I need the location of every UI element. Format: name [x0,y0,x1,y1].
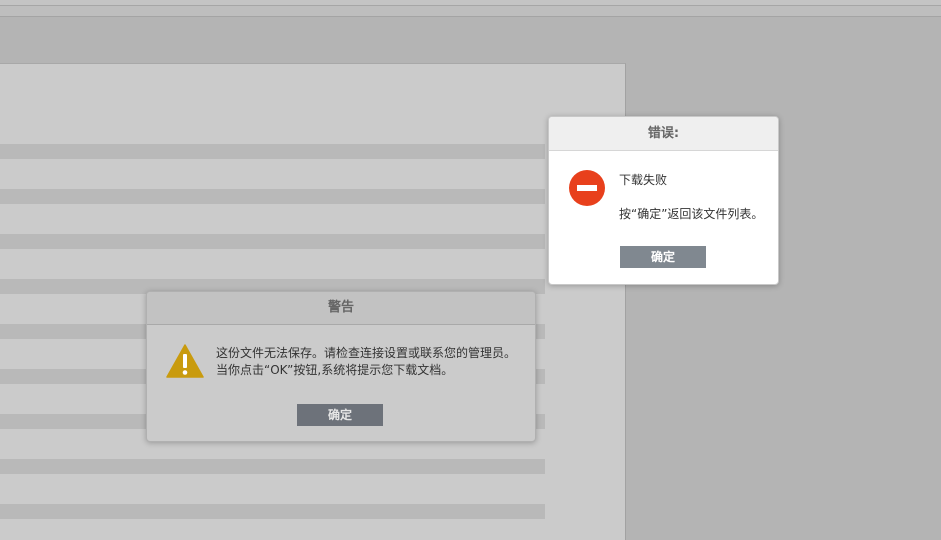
error-dialog-title: 错误: [549,117,778,151]
error-ok-button[interactable]: 确定 [620,246,706,268]
warning-dialog: 警告 这份文件无法保存。请检查连接设置或联系您的管理员。 当你点击“OK”按钮,… [146,291,536,442]
document-text-line [0,234,545,249]
error-dialog: 错误: 下载失败 按“确定”返回该文件列表。 确定 [548,116,779,285]
document-text-line [0,504,545,519]
warning-message-line: 当你点击“OK”按钮,系统将提示您下载文档。 [216,363,454,377]
toolbar-strip [0,6,941,17]
document-text-line [0,189,545,204]
warning-triangle-icon [166,344,204,378]
warning-ok-button[interactable]: 确定 [297,404,383,426]
warning-dialog-title: 警告 [147,292,535,325]
error-message: 按“确定”返回该文件列表。 [619,207,764,221]
error-heading: 下载失败 [619,173,668,187]
no-entry-icon [569,170,605,206]
warning-message: 这份文件无法保存。请检查连接设置或联系您的管理员。 当你点击“OK”按钮,系统将… [216,345,516,379]
document-text-line [0,144,545,159]
document-text-line [0,459,545,474]
warning-message-line: 这份文件无法保存。请检查连接设置或联系您的管理员。 [216,346,517,360]
